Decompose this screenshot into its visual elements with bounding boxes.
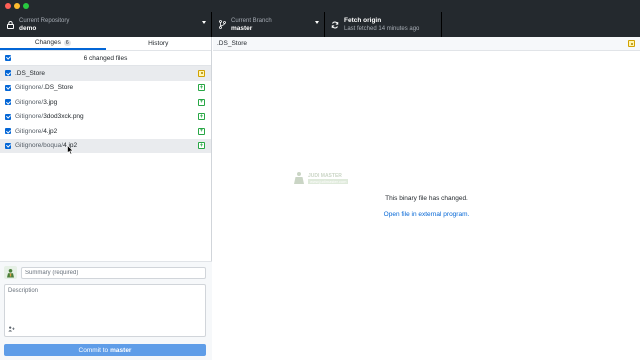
- modified-status-icon: [628, 40, 635, 47]
- file-directory: Gitignore/: [15, 84, 44, 92]
- open-external-link[interactable]: Open file in external program.: [213, 211, 640, 218]
- file-name: 3dod3xck.png: [43, 113, 84, 121]
- chevron-down-icon: [202, 21, 206, 24]
- diff-panel: .DS_Store JUDI MASTER www.judimaster.com…: [213, 37, 640, 360]
- changed-files-count: 6 changed files: [83, 54, 128, 62]
- file-name: .DS_Store: [43, 84, 74, 92]
- changes-count-badge: 6: [63, 39, 71, 46]
- file-path: Gitignore/.DS_Store: [15, 84, 73, 91]
- commit-description-field[interactable]: [4, 284, 206, 337]
- added-status-icon: +: [198, 127, 205, 135]
- tab-history[interactable]: History: [106, 37, 212, 50]
- last-fetched-text: Last fetched 14 minutes ago: [344, 25, 420, 32]
- current-branch-button[interactable]: Current Branch master: [212, 12, 325, 37]
- lock-icon: [3, 20, 17, 29]
- file-row[interactable]: Gitignore/3.jpg +: [0, 95, 211, 110]
- avatar: [4, 266, 17, 279]
- file-row[interactable]: Gitignore/4.jp2 +: [0, 124, 211, 139]
- file-path: Gitignore/3.jpg: [15, 99, 57, 106]
- modified-status-icon: [198, 69, 205, 77]
- sync-icon: [328, 21, 342, 29]
- toolbar: Current Repository demo Current Branch m…: [0, 0, 640, 37]
- commit-button[interactable]: Commit to master: [4, 344, 206, 356]
- file-checkbox[interactable]: [5, 113, 11, 120]
- changed-files-header: 6 changed files: [0, 51, 211, 66]
- commit-description-input[interactable]: [5, 285, 205, 325]
- watermark-url: www.judimaster.com: [308, 178, 349, 184]
- file-row[interactable]: Gitignore/.DS_Store +: [0, 81, 211, 96]
- sidebar-tabs: Changes 6 History: [0, 37, 211, 51]
- file-name: 4.jp2: [43, 127, 58, 135]
- file-row[interactable]: Gitignore/boqua/4.jp2 +: [0, 138, 211, 153]
- fetch-label: Fetch origin: [344, 16, 382, 24]
- file-name: .DS_Store: [15, 69, 45, 77]
- close-window-button[interactable]: [5, 3, 11, 9]
- branch-name: master: [231, 24, 253, 32]
- added-status-icon: +: [198, 142, 205, 150]
- file-directory: Gitignore/boqua/: [15, 142, 64, 150]
- diff-filename: .DS_Store: [217, 40, 247, 47]
- file-checkbox[interactable]: [5, 142, 11, 149]
- file-checkbox[interactable]: [5, 99, 11, 106]
- file-directory: Gitignore/: [15, 113, 44, 121]
- current-repository-button[interactable]: Current Repository demo: [0, 12, 212, 37]
- tab-changes-label: Changes: [34, 39, 61, 46]
- diff-header: .DS_Store: [213, 37, 640, 51]
- window-controls: [5, 3, 29, 9]
- file-path: Gitignore/3dod3xck.png: [15, 113, 84, 120]
- add-coauthor-icon[interactable]: [8, 326, 15, 334]
- binary-file-message: This binary file has changed.: [385, 195, 468, 202]
- commit-panel: Commit to master: [0, 261, 212, 360]
- file-path: Gitignore/4.jp2: [15, 128, 57, 135]
- added-status-icon: +: [198, 98, 205, 106]
- added-status-icon: +: [198, 113, 205, 121]
- zoom-window-button[interactable]: [23, 3, 29, 9]
- repository-label: Current Repository: [19, 17, 70, 24]
- tab-history-label: History: [148, 40, 169, 47]
- commit-button-branch: master: [110, 346, 132, 354]
- chevron-down-icon: [315, 21, 319, 24]
- git-branch-icon: [215, 20, 229, 29]
- file-path: .DS_Store: [15, 70, 45, 77]
- repository-name: demo: [19, 24, 37, 32]
- fetch-origin-button[interactable]: Fetch origin Last fetched 14 minutes ago: [325, 12, 442, 37]
- file-checkbox[interactable]: [5, 128, 11, 135]
- minimize-window-button[interactable]: [14, 3, 20, 9]
- file-list: .DS_Store Gitignore/.DS_Store + Gitignore/3…: [0, 66, 211, 153]
- file-row[interactable]: .DS_Store: [0, 66, 211, 81]
- tab-changes[interactable]: Changes 6: [0, 37, 106, 50]
- file-directory: Gitignore/: [15, 98, 44, 106]
- watermark-logo: JUDI MASTER www.judimaster.com: [293, 171, 349, 185]
- commit-summary-input[interactable]: [21, 266, 206, 279]
- file-directory: Gitignore/: [15, 127, 44, 135]
- commit-button-prefix: Commit to: [78, 346, 109, 354]
- file-checkbox[interactable]: [5, 84, 11, 91]
- file-name: 3.jpg: [43, 98, 58, 106]
- mouse-cursor-icon: [67, 145, 74, 155]
- file-row[interactable]: Gitignore/3dod3xck.png +: [0, 110, 211, 125]
- branch-label: Current Branch: [231, 17, 272, 24]
- summary-row: [4, 266, 206, 279]
- file-checkbox[interactable]: [5, 70, 11, 77]
- added-status-icon: +: [198, 84, 205, 92]
